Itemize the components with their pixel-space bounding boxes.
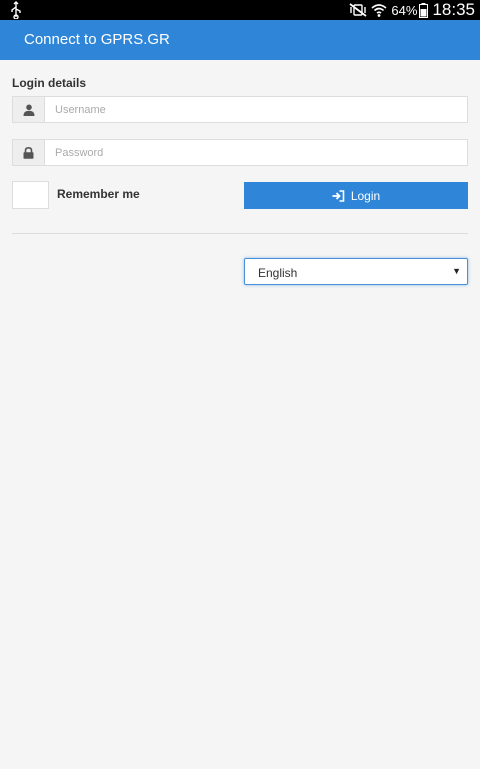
login-button-label: Login bbox=[350, 188, 381, 203]
battery-percent: 64% bbox=[391, 2, 418, 18]
user-icon bbox=[12, 96, 44, 123]
status-bar: 64% 18:35 bbox=[0, 0, 480, 20]
password-input[interactable] bbox=[44, 139, 468, 166]
login-button[interactable]: Login bbox=[244, 182, 468, 209]
battery-icon bbox=[419, 2, 429, 18]
remember-me-label[interactable]: Remember me bbox=[57, 187, 140, 201]
login-details-label: Login details bbox=[12, 76, 87, 90]
clock: 18:35 bbox=[432, 0, 475, 19]
wifi-icon bbox=[371, 4, 387, 17]
mute-vibrate-icon bbox=[349, 3, 367, 17]
lock-icon bbox=[12, 139, 44, 166]
language-select[interactable]: English ▼ bbox=[244, 258, 468, 285]
app-bar: Connect to GPRS.GR bbox=[0, 20, 480, 60]
language-selected-value: English bbox=[258, 266, 298, 280]
caret-down-icon: ▼ bbox=[452, 266, 461, 276]
password-group bbox=[12, 139, 468, 166]
app-title: Connect to GPRS.GR bbox=[24, 31, 170, 48]
username-group bbox=[12, 96, 468, 123]
sign-in-icon bbox=[332, 189, 345, 202]
username-input[interactable] bbox=[44, 96, 468, 123]
divider bbox=[12, 233, 468, 234]
remember-me-checkbox[interactable] bbox=[12, 181, 49, 209]
usb-icon bbox=[11, 1, 21, 19]
